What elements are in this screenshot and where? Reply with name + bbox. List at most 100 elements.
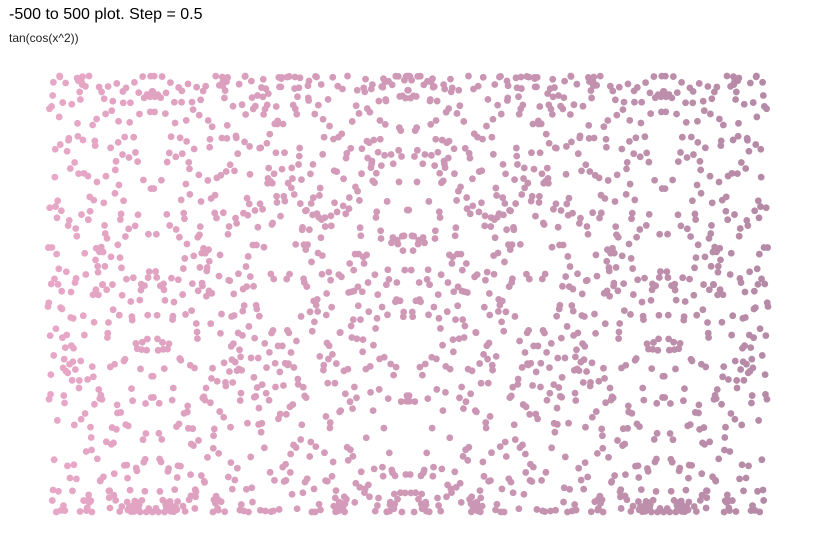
data-point [124, 422, 132, 430]
data-point [204, 117, 212, 124]
data-point [425, 508, 433, 516]
data-point [244, 253, 252, 260]
data-point [321, 449, 328, 457]
data-point [464, 289, 471, 296]
data-point [234, 150, 242, 158]
data-point [457, 498, 465, 506]
data-point [493, 500, 501, 508]
data-point [121, 355, 129, 363]
data-point [131, 222, 139, 230]
data-point [141, 455, 149, 463]
data-point [722, 207, 730, 215]
data-point [87, 497, 95, 505]
data-point [425, 311, 432, 319]
data-point [589, 209, 597, 217]
data-point [629, 502, 637, 510]
data-point [600, 123, 608, 131]
data-point [475, 208, 483, 216]
data-point [250, 373, 258, 381]
data-point [697, 166, 705, 174]
data-point [328, 303, 336, 311]
data-point [150, 394, 157, 401]
data-point [430, 83, 438, 91]
data-point [178, 98, 185, 106]
data-point [688, 462, 696, 469]
data-point [98, 395, 106, 403]
data-point [123, 275, 130, 283]
data-point [360, 260, 368, 267]
data-point [423, 449, 431, 457]
data-point [430, 303, 438, 311]
data-point [540, 221, 548, 228]
data-point [272, 383, 279, 391]
data-point [755, 214, 763, 222]
data-point [756, 508, 764, 516]
data-point [380, 424, 388, 432]
data-point [231, 358, 239, 366]
data-point [702, 363, 710, 371]
data-point [333, 168, 341, 175]
data-point [593, 81, 601, 89]
data-point [528, 478, 536, 485]
data-point [671, 286, 679, 294]
data-point [54, 280, 62, 288]
data-point [555, 384, 563, 391]
data-point [372, 325, 379, 332]
data-point [411, 153, 418, 160]
data-point [241, 72, 249, 80]
data-point [673, 110, 680, 118]
data-point [492, 184, 500, 192]
data-point [759, 78, 766, 86]
data-point [554, 421, 561, 428]
data-point [583, 276, 591, 284]
data-point [134, 211, 142, 219]
data-point [574, 270, 581, 278]
data-point [61, 507, 69, 515]
data-point [327, 212, 335, 220]
data-point [483, 122, 490, 130]
data-point [695, 80, 703, 87]
data-point [676, 340, 684, 347]
data-point [693, 181, 701, 189]
data-point [250, 282, 257, 290]
data-point [384, 311, 391, 319]
data-point [295, 152, 303, 160]
data-point [520, 490, 528, 498]
data-point [579, 379, 587, 386]
data-point [450, 145, 458, 153]
data-point [476, 360, 484, 367]
data-point [442, 389, 449, 396]
data-point [466, 154, 474, 162]
data-point [72, 275, 80, 282]
data-point [326, 419, 334, 426]
data-point [467, 390, 475, 398]
data-point [185, 158, 193, 166]
data-point [231, 476, 239, 484]
data-point [277, 83, 285, 91]
data-point [216, 408, 224, 415]
data-point [541, 270, 549, 278]
data-point [98, 88, 106, 96]
data-point [295, 84, 303, 92]
data-point [723, 72, 731, 80]
data-point [432, 117, 440, 124]
data-point [251, 207, 259, 214]
data-point [380, 353, 388, 361]
data-point [625, 240, 633, 248]
data-point [352, 102, 360, 110]
data-point [457, 250, 465, 258]
data-point [326, 122, 333, 130]
data-point [359, 336, 367, 344]
data-point [473, 408, 480, 416]
data-point [629, 265, 637, 272]
data-point [762, 332, 770, 340]
data-point [211, 191, 219, 199]
data-point [196, 223, 204, 231]
data-point [552, 144, 560, 152]
data-point [375, 97, 383, 105]
data-point [631, 98, 638, 106]
data-point [381, 121, 389, 128]
data-point [182, 116, 190, 124]
data-point [448, 489, 455, 497]
data-point [695, 409, 702, 417]
